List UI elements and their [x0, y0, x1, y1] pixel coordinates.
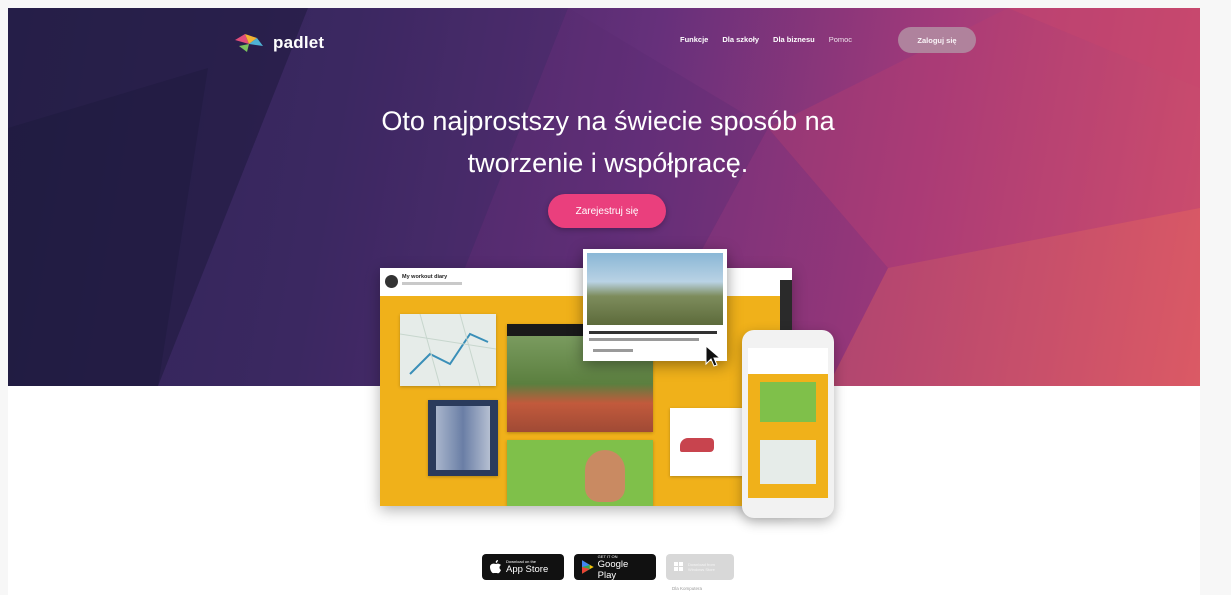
padlet-logo-icon — [235, 34, 263, 52]
hero-headline: Oto najprostszy na świecie sposób na two… — [308, 100, 908, 184]
phone-mockup — [742, 330, 834, 518]
phone-athlete-card — [760, 382, 816, 422]
popup-text-line — [589, 338, 699, 341]
headline-line-1: Oto najprostszy na świecie sposób na — [381, 106, 835, 136]
popup-text-line-2 — [593, 349, 633, 352]
windows-store-badge[interactable]: Download from Windows Store — [666, 554, 734, 580]
desktop-caption: Dla Komputera — [672, 586, 703, 591]
google-play-badge[interactable]: GET IT ON Google Play — [574, 554, 656, 581]
apple-icon — [490, 560, 501, 574]
popup-title-line — [589, 331, 717, 334]
board-title: My workout diary — [402, 274, 448, 280]
google-play-big: Google Play — [597, 558, 629, 581]
logo[interactable]: padlet — [233, 32, 324, 54]
google-play-text: GET IT ON Google Play — [598, 554, 648, 581]
app-store-big: App Store — [506, 564, 549, 575]
windows-icon — [674, 562, 683, 571]
xray-card — [428, 400, 498, 476]
headline-line-2: tworzenie i współpracę. — [467, 148, 749, 178]
phone-board-header — [748, 348, 828, 374]
windows-big: Windows Store — [688, 567, 715, 572]
app-store-text: Download on the App Store — [506, 559, 548, 575]
board-avatar — [385, 275, 398, 288]
store-badges: Download on the App Store GET IT ON Goog… — [482, 554, 734, 581]
nav-item-pomoc[interactable]: Pomoc — [829, 35, 852, 44]
mouse-cursor-icon — [705, 344, 722, 367]
page: padlet Funkcje Dla szkoły Dla biznesu Po… — [8, 8, 1200, 595]
windows-store-text: Download from Windows Store — [688, 562, 715, 572]
brand-name: padlet — [273, 33, 325, 52]
shoe-card — [670, 408, 746, 476]
mountain-runner-image — [587, 253, 723, 325]
phone-map-card — [760, 440, 816, 484]
app-store-badge[interactable]: Download on the App Store — [482, 554, 564, 580]
top-nav: Funkcje Dla szkoły Dla biznesu Pomoc — [680, 35, 852, 44]
board-subtitle-placeholder — [402, 282, 462, 285]
shoe-image — [680, 438, 714, 452]
map-card — [400, 314, 496, 386]
signup-button[interactable]: Zarejestruj się — [548, 194, 666, 228]
athlete-face — [585, 450, 625, 502]
xray-image — [436, 406, 490, 470]
nav-item-funkcje[interactable]: Funkcje — [680, 35, 708, 44]
login-button[interactable]: Zaloguj się — [898, 27, 976, 53]
google-play-icon — [582, 560, 594, 574]
athlete-photo-card — [507, 440, 653, 506]
nav-item-dla-szkoly[interactable]: Dla szkoły — [722, 35, 759, 44]
map-route-icon — [400, 314, 496, 386]
phone-screen — [748, 348, 828, 498]
nav-item-dla-biznesu[interactable]: Dla biznesu — [773, 35, 815, 44]
